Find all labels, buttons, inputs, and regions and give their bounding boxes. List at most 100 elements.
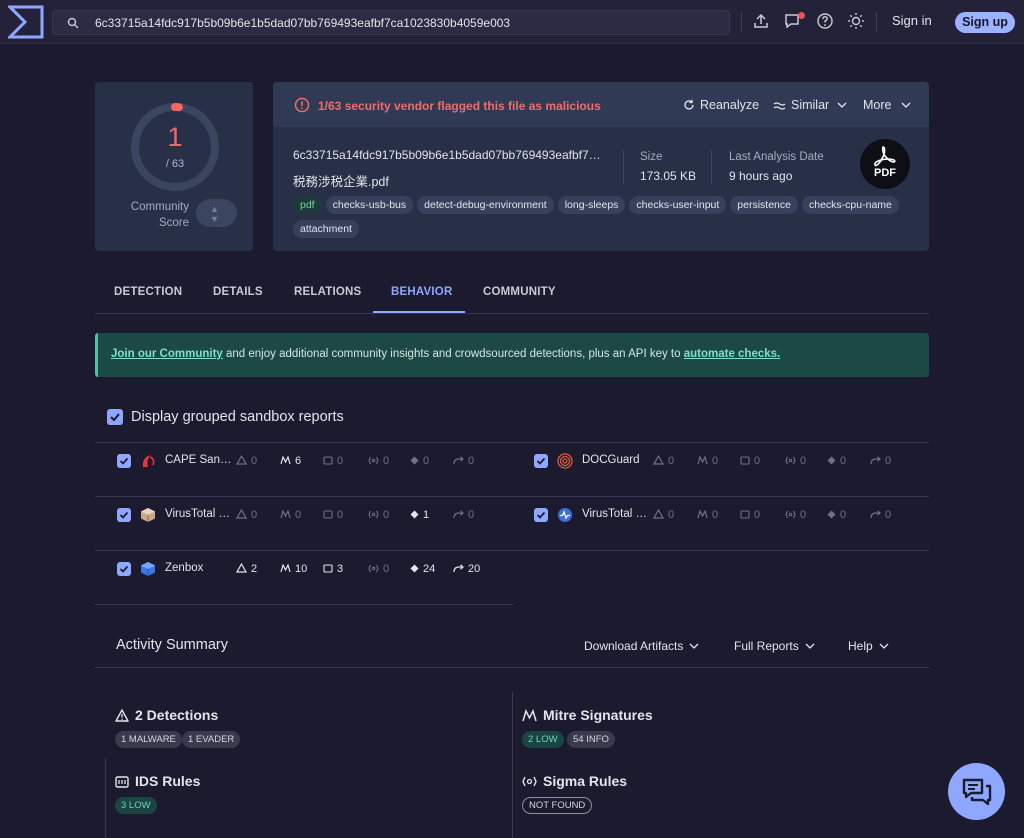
sandbox-name-virustotal-observer[interactable]: VirusTotal Observer [582,508,650,520]
search-input[interactable] [95,11,715,34]
stat-value: 0 [754,509,761,521]
checkmark-icon [536,511,546,519]
ids-rules-title[interactable]: IDS Rules [115,773,200,789]
network-stat: 0 [453,455,474,467]
stat-value: 0 [712,509,719,521]
stat-value: 0 [668,509,675,521]
sign-up-button[interactable]: Sign up [955,12,1015,33]
chat-bubbles-icon [962,778,992,806]
sandbox-checkbox-cape-sandbox[interactable] [117,454,131,468]
detections-summary-title[interactable]: 2 Detections [115,707,218,723]
full-reports-dropdown[interactable]: Full Reports [734,639,815,653]
community-score-label: Community Score [130,201,189,229]
chevron-up-icon: ▲ [210,204,219,214]
tag-attachment[interactable]: attachment [293,220,359,238]
warning-icon [652,454,668,467]
reanalyze-button[interactable]: Reanalyze [683,98,759,112]
tab-details[interactable]: DETAILS [213,286,263,298]
diamond-icon [827,509,840,521]
grouped-reports-label: Display grouped sandbox reports [131,409,344,425]
checkmark-icon [119,511,129,519]
stat-value: 0 [800,509,807,521]
sign-in-link[interactable]: Sign in [892,13,932,28]
stat-value: 0 [295,509,302,521]
meta-divider [623,150,624,184]
sigma-stat: 0 [368,455,389,467]
warning-icon [235,562,251,575]
network-stat: 0 [453,509,474,521]
mitre-icon [280,563,295,575]
sandbox-divider [95,550,929,551]
automate-checks-link[interactable]: automate checks. [684,348,781,360]
stat-value: 0 [383,563,390,575]
tab-behavior[interactable]: BEHAVIOR [391,286,452,298]
file-type-label: PDF [874,167,896,179]
mitre-low-pill: 2 LOW [522,731,564,748]
file-detail-card: 1/63 security vendor flagged this file a… [273,82,929,251]
checkmark-icon [119,457,129,465]
analysis-date-label: Last Analysis Date [729,151,824,163]
chevron-down-icon [879,643,889,649]
observer-logo-icon [557,507,573,523]
sandbox-checkbox-zenbox[interactable] [117,562,131,576]
detections-stat: 0 [235,454,258,467]
stat-value: 0 [712,455,719,467]
sandbox-name-docguard[interactable]: DOCGuard [582,454,650,466]
similar-dropdown[interactable]: Similar [773,98,847,112]
tag-long-sleeps[interactable]: long-sleeps [557,196,626,214]
upload-icon[interactable] [752,12,770,30]
more-dropdown[interactable]: More [863,98,911,112]
sun-icon[interactable] [847,12,865,30]
grouped-reports-checkbox[interactable] [107,409,123,425]
community-vote-toggle[interactable]: ▲ ▼ [196,199,237,227]
network-arrow-icon [453,509,468,521]
full-reports-label: Full Reports [734,639,799,653]
download-artifacts-dropdown[interactable]: Download Artifacts [584,639,699,653]
docguard-logo-icon [557,453,573,469]
mitre-stat: 0 [280,509,301,521]
sigma-rules-title[interactable]: Sigma Rules [522,773,627,789]
dropped-files-stat: 24 [410,563,435,575]
file-hash[interactable]: 6c33715a14fdc917b5b09b6e1b5dad07bb769493… [293,148,605,162]
sandbox-checkbox-virustotal-observer[interactable] [534,508,548,522]
stat-value: 0 [840,455,847,467]
community-banner: Join our Community and enjoy additional … [95,333,929,377]
sandbox-checkbox-virustotal-jujubox[interactable] [117,508,131,522]
stat-value: 2 [251,563,258,575]
ids-icon [115,776,129,788]
sandbox-checkbox-docguard[interactable] [534,454,548,468]
virustotal-logo-icon[interactable] [8,5,44,39]
tag-checks-usb-bus[interactable]: checks-usb-bus [325,196,414,214]
search-box[interactable] [52,10,730,35]
sandbox-name-virustotal-jujubox[interactable]: VirusTotal Jujubox [165,508,233,520]
tag-detect-debug-environment[interactable]: detect-debug-environment [417,196,554,214]
chevron-down-icon [837,102,847,108]
help-dropdown[interactable]: Help [848,639,889,653]
tag-persistence[interactable]: persistence [730,196,798,214]
ids-low-pill: 3 LOW [115,797,157,814]
tab-detection[interactable]: DETECTION [114,286,182,298]
tag-checks-user-input[interactable]: checks-user-input [629,196,727,214]
join-community-link[interactable]: Join our Community [111,348,223,360]
mitre-signatures-title[interactable]: Mitre Signatures [522,707,653,723]
sandbox-name-zenbox[interactable]: Zenbox [165,562,233,574]
stat-value: 0 [251,455,258,467]
chat-support-button[interactable] [948,763,1005,820]
tabs-divider [95,313,929,314]
diamond-icon [410,563,423,575]
detection-count: 1 [167,122,183,152]
stat-value: 0 [885,509,892,521]
tag-checks-cpu-name[interactable]: checks-cpu-name [802,196,899,214]
dropped-files-stat: 0 [827,455,846,467]
tag-pdf[interactable]: pdf [293,196,322,214]
engine-total: / 63 [165,158,185,170]
sandbox-name-cape-sandbox[interactable]: CAPE Sandbox [165,454,233,466]
file-type-badge: PDF [860,139,910,189]
tab-relations[interactable]: RELATIONS [294,286,361,298]
ids-stat: 0 [323,509,343,521]
mitre-stat: 10 [280,563,307,575]
network-arrow-icon [453,455,468,467]
diamond-icon [410,455,423,467]
help-icon[interactable] [816,12,834,30]
tab-community[interactable]: COMMUNITY [483,286,556,298]
